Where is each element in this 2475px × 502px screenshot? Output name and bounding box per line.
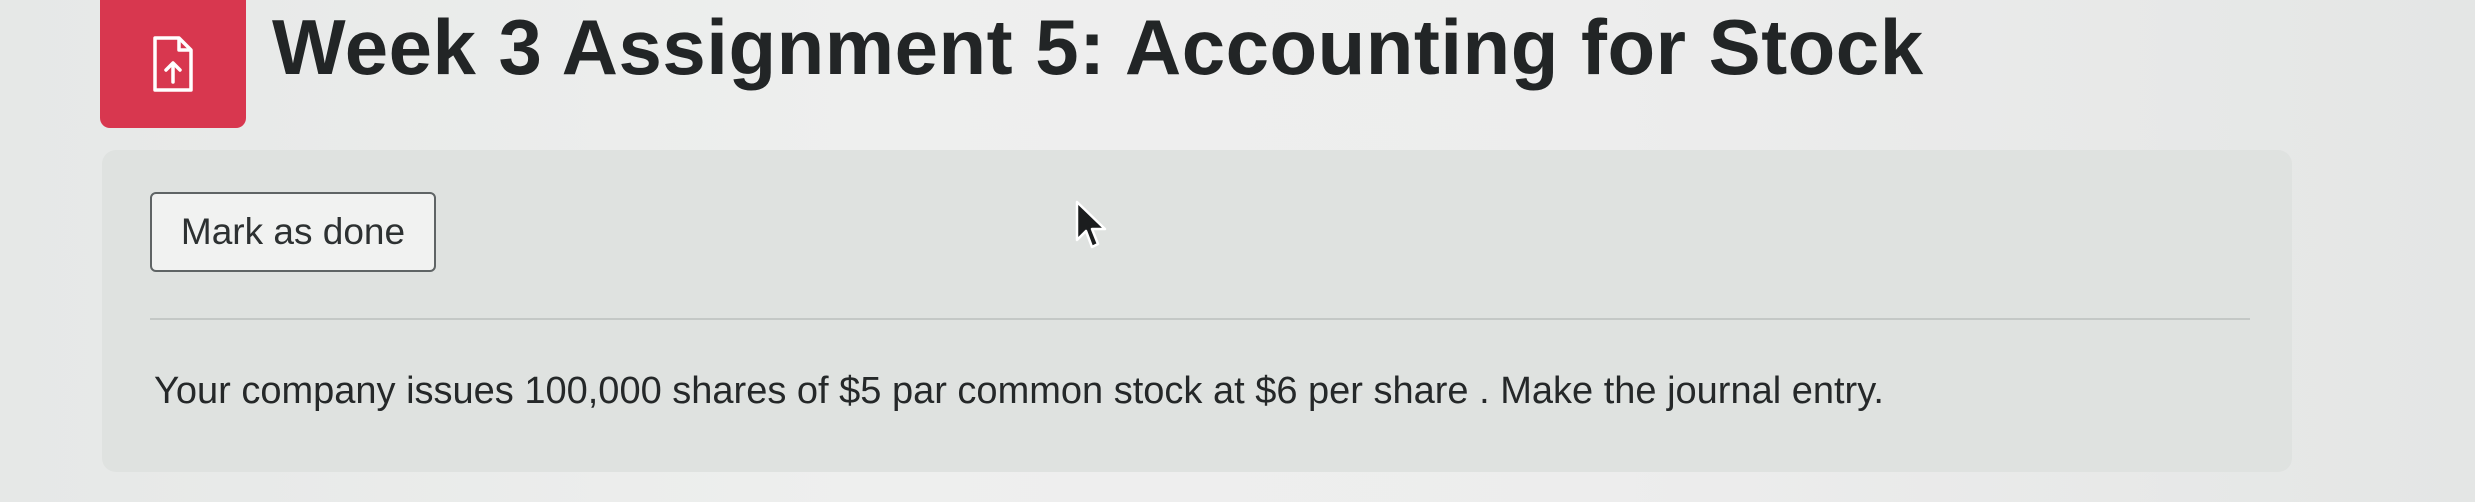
page-title: Week 3 Assignment 5: Accounting for Stoc… [272, 3, 1924, 91]
mouse-pointer-icon [1075, 200, 1107, 249]
mark-as-done-button[interactable]: Mark as done [150, 192, 436, 272]
assignment-icon-tile [100, 0, 246, 128]
activity-information-card: Mark as done Your company issues 100,000… [102, 150, 2292, 472]
assignment-description: Your company issues 100,000 shares of $5… [154, 370, 1884, 412]
section-divider [150, 318, 2250, 320]
assignment-upload-icon [153, 36, 193, 92]
